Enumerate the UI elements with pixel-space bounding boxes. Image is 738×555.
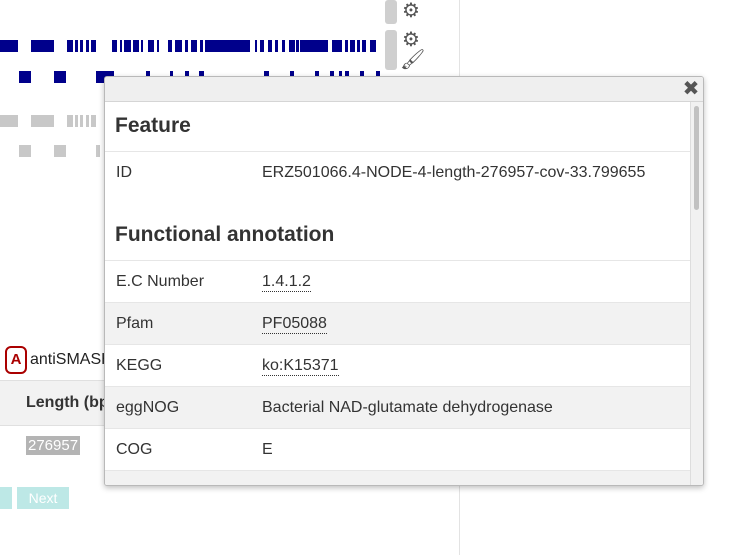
- track-feature[interactable]: [350, 40, 355, 52]
- feature-value: ERZ501066.4-NODE-4-length-276957-cov-33.…: [262, 164, 646, 181]
- track-feature[interactable]: [200, 40, 203, 52]
- track-feature[interactable]: [80, 115, 83, 127]
- track-row-dark-1: [0, 40, 380, 52]
- track-feature[interactable]: [19, 145, 31, 157]
- track-feature[interactable]: [255, 40, 257, 52]
- annotation-key: COG: [116, 441, 153, 458]
- annotation-row-cog: COG E: [105, 428, 691, 471]
- track-feature[interactable]: [67, 40, 73, 52]
- length-column-header[interactable]: Length (bp): [26, 394, 114, 412]
- feature-key: ID: [116, 164, 132, 181]
- annotation-row-kegg: KEGG ko:K15371: [105, 344, 691, 387]
- track-feature[interactable]: [54, 71, 66, 83]
- track-feature[interactable]: [275, 40, 278, 52]
- track-feature[interactable]: [0, 40, 18, 52]
- track-feature[interactable]: [0, 115, 18, 127]
- eggnog-value: Bacterial NAD-glutamate dehydrogenase: [262, 399, 553, 416]
- annotation-row-eggnog: eggNOG Bacterial NAD-glutamate dehydroge…: [105, 386, 691, 429]
- annotation-key: Pfam: [116, 315, 154, 332]
- close-icon[interactable]: ✖: [682, 79, 700, 99]
- track-feature[interactable]: [191, 40, 197, 52]
- track-feature[interactable]: [120, 40, 122, 52]
- brush-icon[interactable]: 🖌: [400, 49, 425, 71]
- track-feature[interactable]: [86, 40, 89, 52]
- track-feature[interactable]: [260, 40, 264, 52]
- track-row-grey-2: [0, 145, 100, 157]
- track-feature[interactable]: [133, 40, 139, 52]
- track-feature[interactable]: [19, 71, 31, 83]
- scroll-thumb[interactable]: [694, 106, 699, 210]
- track-feature[interactable]: [75, 115, 78, 127]
- feature-row-id: ID ERZ501066.4-NODE-4-length-276957-cov-…: [105, 151, 691, 194]
- functional-section-title: Functional annotation: [115, 223, 335, 246]
- gear-icon[interactable]: ⚙: [400, 0, 422, 22]
- previous-button[interactable]: [0, 487, 12, 509]
- track-feature[interactable]: [141, 40, 143, 52]
- track-row-grey-1: [0, 115, 100, 127]
- annotation-row-pfam: Pfam PF05088: [105, 302, 691, 345]
- track-feature[interactable]: [332, 40, 342, 52]
- track-feature[interactable]: [31, 40, 54, 52]
- track-feature[interactable]: [75, 40, 78, 52]
- track-feature[interactable]: [300, 40, 328, 52]
- track-feature[interactable]: [157, 40, 159, 52]
- track-feature[interactable]: [80, 40, 83, 52]
- annotation-key: KEGG: [116, 357, 163, 374]
- feature-section-title: Feature: [115, 114, 191, 137]
- annotation-row-ec: E.C Number 1.4.1.2: [105, 260, 691, 303]
- track-feature[interactable]: [91, 40, 96, 52]
- track-feature[interactable]: [67, 115, 73, 127]
- track-feature[interactable]: [357, 40, 360, 52]
- track-feature[interactable]: [175, 40, 182, 52]
- kegg-link[interactable]: ko:K15371: [262, 357, 339, 376]
- antismash-label: antiSMASH: [30, 351, 113, 368]
- track-feature[interactable]: [112, 40, 117, 52]
- track-feature[interactable]: [296, 40, 299, 52]
- track-feature[interactable]: [345, 40, 348, 52]
- feature-details-dialog: ✖ Feature ID ERZ501066.4-NODE-4-length-2…: [104, 76, 704, 486]
- track-feature[interactable]: [31, 115, 54, 127]
- track-feature[interactable]: [268, 40, 272, 52]
- dialog-body: Feature ID ERZ501066.4-NODE-4-length-276…: [105, 102, 691, 485]
- cog-value: E: [262, 441, 273, 458]
- track-feature[interactable]: [289, 40, 295, 52]
- track-feature[interactable]: [91, 115, 96, 127]
- track-feature[interactable]: [282, 40, 285, 52]
- annotation-row-partial: [105, 470, 691, 485]
- dialog-titlebar[interactable]: ✖: [105, 77, 703, 102]
- track-feature[interactable]: [54, 145, 66, 157]
- track-feature[interactable]: [124, 40, 131, 52]
- track-feature[interactable]: [185, 40, 188, 52]
- dialog-scrollbar[interactable]: [690, 102, 703, 485]
- track-feature[interactable]: [96, 145, 100, 157]
- track-feature[interactable]: [148, 40, 154, 52]
- ec-number-link[interactable]: 1.4.1.2: [262, 273, 311, 292]
- length-cell: 276957: [26, 436, 81, 455]
- track-feature[interactable]: [168, 40, 172, 52]
- track-feature[interactable]: [370, 40, 376, 52]
- track-scrollbar[interactable]: [385, 0, 397, 70]
- annotation-key: eggNOG: [116, 399, 180, 416]
- gear-icon-2[interactable]: ⚙: [400, 29, 422, 51]
- track-feature[interactable]: [86, 115, 89, 127]
- pfam-link[interactable]: PF05088: [262, 315, 327, 334]
- annotation-key: E.C Number: [116, 273, 205, 290]
- next-button[interactable]: Next: [17, 487, 69, 509]
- antismash-badge-icon: A: [5, 346, 27, 374]
- track-feature[interactable]: [362, 40, 366, 52]
- track-feature[interactable]: [205, 40, 250, 52]
